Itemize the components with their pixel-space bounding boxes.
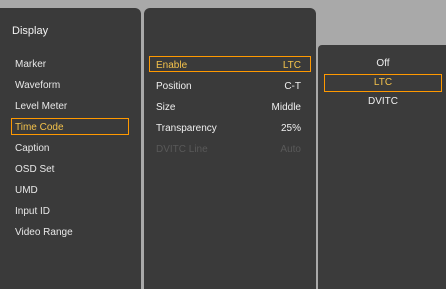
display-menu-screen: Display Marker Waveform Level Meter Time…	[0, 0, 446, 289]
menu-item-label: Video Range	[15, 227, 73, 238]
menu-item-label: UMD	[15, 185, 38, 196]
setting-value: C-T	[284, 81, 301, 92]
menu-item-input-id[interactable]: Input ID	[12, 201, 135, 222]
setting-value: Middle	[271, 102, 301, 113]
display-menu-list: Marker Waveform Level Meter Time Code Ca…	[11, 54, 135, 243]
menu-item-caption[interactable]: Caption	[12, 138, 135, 159]
option-label: Off	[376, 58, 390, 69]
setting-value: 25%	[280, 123, 301, 134]
menu-item-label: Waveform	[15, 80, 61, 91]
setting-label: Enable	[156, 60, 188, 71]
setting-label: Size	[156, 102, 176, 113]
menu-item-marker[interactable]: Marker	[12, 54, 135, 75]
enable-options-list: Off LTC DVITC	[324, 54, 442, 111]
menu-item-osd-set[interactable]: OSD Set	[12, 159, 135, 180]
menu-title: Display	[12, 25, 49, 37]
menu-item-label: Level Meter	[15, 101, 68, 112]
menu-item-label: Input ID	[15, 206, 51, 217]
option-label: DVITC	[368, 96, 398, 107]
time-code-settings-list: Enable LTC Position C-T Size Middle Tran…	[147, 55, 313, 160]
option-ltc[interactable]: LTC	[324, 73, 442, 92]
setting-value: Auto	[280, 144, 301, 155]
setting-row-size[interactable]: Size Middle	[147, 97, 313, 118]
setting-label: Position	[156, 81, 192, 92]
menu-item-label: OSD Set	[15, 164, 55, 175]
setting-value: LTC	[282, 60, 301, 71]
menu-item-label: Marker	[15, 59, 47, 70]
setting-label: Transparency	[156, 123, 217, 134]
menu-item-video-range[interactable]: Video Range	[12, 222, 135, 243]
setting-row-transparency[interactable]: Transparency 25%	[147, 118, 313, 139]
menu-item-label: Time Code	[15, 122, 64, 133]
setting-row-dvitc-line: DVITC Line Auto	[147, 139, 313, 160]
setting-row-enable[interactable]: Enable LTC	[147, 55, 313, 76]
setting-label: DVITC Line	[156, 144, 208, 155]
option-dvitc[interactable]: DVITC	[324, 92, 442, 111]
setting-row-position[interactable]: Position C-T	[147, 76, 313, 97]
option-label: LTC	[373, 77, 393, 88]
menu-item-umd[interactable]: UMD	[12, 180, 135, 201]
menu-item-waveform[interactable]: Waveform	[12, 75, 135, 96]
menu-item-label: Caption	[15, 143, 50, 154]
menu-item-level-meter[interactable]: Level Meter	[12, 96, 135, 117]
menu-item-time-code[interactable]: Time Code	[11, 117, 135, 138]
option-off[interactable]: Off	[324, 54, 442, 73]
